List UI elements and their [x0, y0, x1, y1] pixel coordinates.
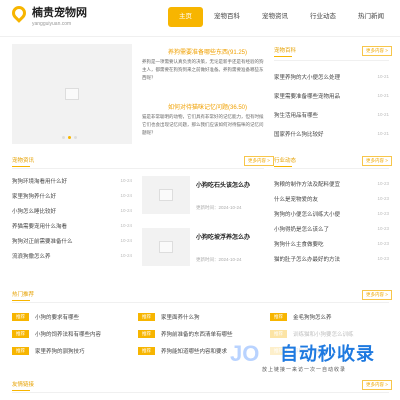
hot-recommend-title: 热门推荐: [12, 292, 35, 301]
news-card-image[interactable]: [142, 176, 190, 214]
image-placeholder-icon: [159, 241, 173, 253]
watermark-subtitle: 放上链接一来访一次一自动收录: [262, 367, 347, 373]
divider: [12, 392, 389, 393]
list-item[interactable]: 猫的肚子怎么办最好的方法 10-23: [274, 251, 389, 266]
list-item[interactable]: 养猫需要宠用什么淘看 10-24: [12, 218, 132, 233]
pet-news-title: 宠物资讯: [12, 158, 35, 167]
news-card-date: 更新时间：2024-10-24: [196, 257, 242, 262]
list-item[interactable]: 小狗怎么睡比较好 10-24: [12, 203, 132, 218]
pet-news-more-link[interactable]: 更多内容 >: [244, 156, 274, 166]
hot-col-1: 推荐 小狗的要求有哪些 推荐 小狗的饲养法和有哪些内容 推荐 家里养狗的驯狗技巧: [12, 308, 132, 359]
nav-home[interactable]: 主页: [168, 7, 203, 27]
slider-dot[interactable]: [62, 136, 65, 139]
list-item[interactable]: 狗狗的小便怎么训练大小便 10-23: [274, 206, 389, 221]
logo-mark-icon: [9, 3, 29, 23]
nav-encyclopedia[interactable]: 宠物百科: [203, 7, 251, 27]
featured-image[interactable]: [12, 44, 132, 144]
industry-list: 狗粮的制作方法及配料便宜 10-23 什么是宠物爱的友 10-23 狗狗的小便怎么训…: [274, 176, 389, 266]
list-item[interactable]: 流浪狗撒怎么养 10-24: [12, 248, 132, 263]
news-card-title[interactable]: 小狗吃坡浮养怎么办: [196, 232, 250, 241]
divider: [274, 168, 389, 169]
main-nav: 主页 宠物百科 宠物资讯 行业动态 热门新闻: [168, 7, 395, 27]
news-card-image[interactable]: [142, 228, 190, 266]
recommend-tag: 推荐: [270, 329, 287, 338]
nav-industry[interactable]: 行业动态: [299, 7, 347, 27]
recommend-tag: 推荐: [12, 346, 29, 355]
divider: [12, 168, 264, 169]
encyclopedia-more-link[interactable]: 更多内容 >: [362, 46, 392, 56]
divider: [274, 60, 389, 61]
list-item[interactable]: 推荐 小狗的饲养法和有哪些内容: [12, 325, 132, 342]
divider: [12, 302, 389, 303]
hot-recommend-more-link[interactable]: 更多内容 >: [362, 290, 392, 300]
recommend-tag: 推荐: [138, 329, 155, 338]
recommend-tag: 推荐: [12, 329, 29, 338]
recommend-tag: 推荐: [138, 312, 155, 321]
image-placeholder-icon: [159, 189, 173, 201]
slider-dot-active[interactable]: [68, 136, 71, 139]
recommend-tag: 推荐: [270, 312, 287, 321]
links-more-link[interactable]: 更多内容 >: [362, 380, 392, 390]
featured-text-1: 养狗是一项需要认真负责的决策，无论是新手还是有经验的狗主人，都需要在狗狗到来之前…: [142, 59, 264, 80]
links-title: 友情链接: [12, 382, 35, 391]
list-item[interactable]: 狗狗什么主食做要吃 10-23: [274, 236, 389, 251]
featured-title-2[interactable]: 如何对待猫咪记忆问题(36.50): [168, 102, 247, 111]
featured-text-2: 猫是非常聪明的动物，它们具有非常好的记忆能力，但有时候它们也会出现记忆问题，那么…: [142, 114, 264, 135]
industry-more-link[interactable]: 更多内容 >: [362, 156, 392, 166]
list-item[interactable]: 什么是宠物爱的友 10-23: [274, 191, 389, 206]
news-card-date: 更新时间：2024-10-24: [196, 205, 242, 210]
recommend-tag: 推荐: [12, 312, 29, 321]
list-item[interactable]: 推荐 小狗的要求有哪些: [12, 308, 132, 325]
industry-title: 行业动态: [274, 158, 297, 167]
list-item[interactable]: 狗狗环境淘看用什么好 10-24: [12, 173, 132, 188]
header-divider: [0, 36, 400, 37]
image-placeholder-icon: [65, 88, 79, 100]
logo-title: 楠贵宠物网: [32, 7, 87, 19]
encyclopedia-list: 家里养狗的大小便怎么处理 10-21 家里需要准备哪些宠物用品 10-21 狗生活用…: [274, 67, 389, 143]
list-item[interactable]: 推荐 家里养狗的驯狗技巧: [12, 342, 132, 359]
list-item[interactable]: 家里狗狗养什么好 10-24: [12, 188, 132, 203]
list-item[interactable]: 家里养狗的大小便怎么处理 10-21: [274, 67, 389, 86]
site-header: 楠贵宠物网 yangguiyuan.com 主页 宠物百科 宠物资讯 行业动态 …: [0, 0, 400, 36]
pet-news-list: 狗狗环境淘看用什么好 10-24 家里狗狗养什么好 10-24 小狗怎么睡比较好 10…: [12, 173, 132, 263]
list-item[interactable]: 小狗得奶是怎么该么了 10-23: [274, 221, 389, 236]
list-item[interactable]: 狗生活用品有哪些 10-21: [274, 105, 389, 124]
list-item[interactable]: 推荐 家里面养什么狗: [138, 308, 264, 325]
encyclopedia-title: 宠物百科: [274, 48, 297, 57]
list-item[interactable]: 国家养什么狗比较好 10-21: [274, 124, 389, 143]
watermark-title: 自动秒收录: [280, 344, 375, 364]
slider-dots: [62, 136, 77, 139]
recommend-tag: 推荐: [138, 346, 155, 355]
news-card-title[interactable]: 小狗吃石头该怎么办: [196, 180, 250, 189]
nav-hot[interactable]: 热门新闻: [347, 7, 395, 27]
site-logo[interactable]: 楠贵宠物网 yangguiyuan.com: [9, 3, 87, 32]
featured-title-1[interactable]: 养狗需要准备哪些东西(91.25): [168, 47, 247, 56]
list-item[interactable]: 推荐 金毛狗狗怎么养: [270, 308, 390, 325]
logo-domain: yangguiyuan.com: [32, 21, 72, 27]
watermark: JO 自动秒收录 放上链接一来访一次一自动收录: [230, 338, 390, 373]
nav-news[interactable]: 宠物资讯: [251, 7, 299, 27]
list-item[interactable]: 家里需要准备哪些宠物用品 10-21: [274, 86, 389, 105]
list-item[interactable]: 狗粮的制作方法及配料便宜 10-23: [274, 176, 389, 191]
watermark-logo: JO: [230, 341, 260, 366]
slider-dot[interactable]: [74, 136, 77, 139]
list-item[interactable]: 狗狗对正前需要准备什么 10-24: [12, 233, 132, 248]
